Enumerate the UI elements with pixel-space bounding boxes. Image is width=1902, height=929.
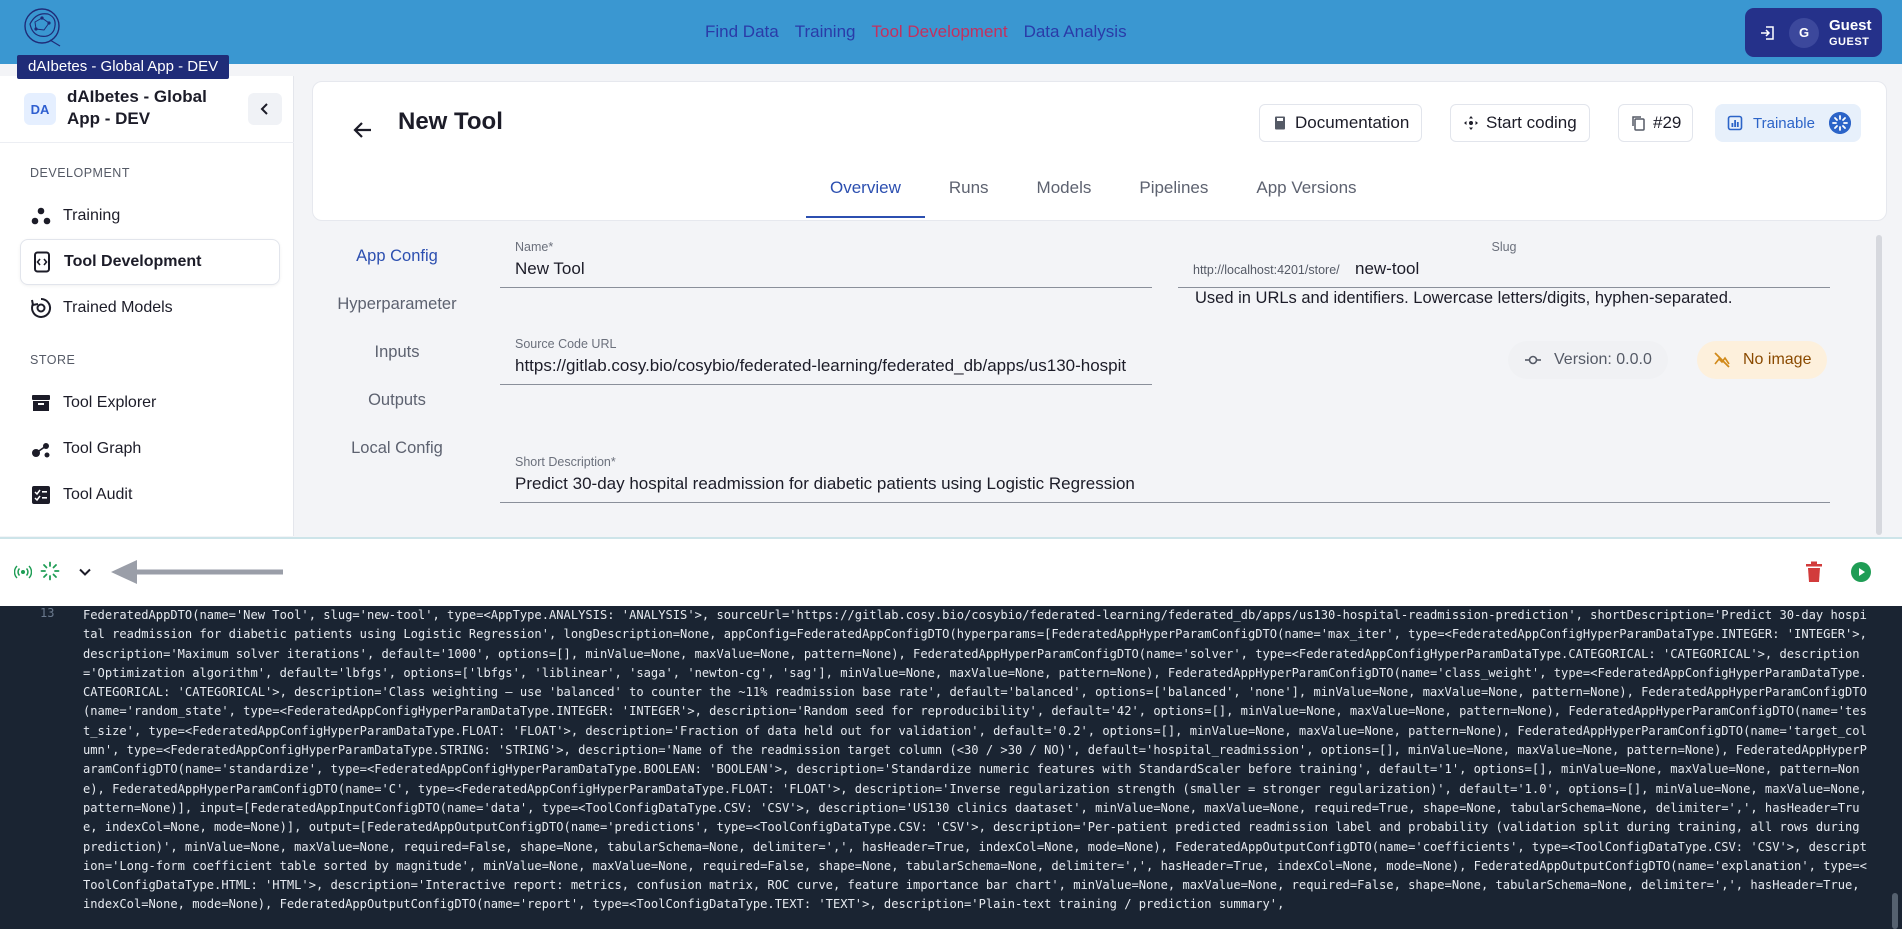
no-image-icon	[1714, 352, 1730, 368]
source-code-url-input[interactable]: https://gitlab.cosy.bio/cosybio/federate…	[515, 356, 1140, 376]
sidebar-item-tool-development[interactable]: Tool Development	[20, 239, 280, 285]
trainable-label: Trainable	[1753, 114, 1815, 132]
tab-pipelines[interactable]: Pipelines	[1115, 166, 1232, 218]
run-icon[interactable]	[1851, 562, 1871, 582]
page-title: New Tool	[398, 108, 503, 135]
tab-models[interactable]: Models	[1013, 166, 1116, 218]
live-signal-icon[interactable]	[14, 564, 32, 580]
sidebar: DA dAIbetes - Global App - DEV DEVELOPME…	[0, 76, 294, 536]
chevron-left-icon	[260, 103, 268, 115]
sidebar-header: DA dAIbetes - Global App - DEV	[0, 76, 294, 143]
user-role: GUEST	[1829, 36, 1870, 48]
app-name: dAIbetes - Global App - DEV	[67, 87, 207, 128]
no-image-label: No image	[1743, 351, 1812, 368]
app-badge: DA	[24, 93, 56, 125]
short-description-field[interactable]: Short Description* Predict 30-day hospit…	[500, 448, 1830, 503]
chevron-down-icon[interactable]	[77, 564, 93, 580]
tool-id: #29	[1653, 113, 1682, 132]
sidebar-item-tool-graph[interactable]: Tool Graph	[20, 426, 280, 472]
login-icon[interactable]	[1759, 24, 1777, 42]
tool-development-icon	[34, 251, 50, 273]
copy-id-button[interactable]: #29	[1618, 104, 1694, 142]
config-nav-hyperparameter[interactable]: Hyperparameter	[312, 281, 482, 329]
section-store: STORE	[30, 353, 76, 367]
tool-graph-icon	[32, 443, 50, 458]
tool-header-card: New Tool Documentation Start coding #29 …	[312, 81, 1887, 221]
tab-app-versions[interactable]: App Versions	[1232, 166, 1380, 218]
nav-tool-development[interactable]: Tool Development	[872, 22, 1008, 42]
config-nav-outputs[interactable]: Outputs	[312, 377, 482, 425]
user-menu[interactable]: G Guest GUEST	[1745, 8, 1882, 57]
console-output[interactable]: 13 FederatedAppDTO(name='New Tool', slug…	[0, 606, 1902, 929]
config-nav-local-config[interactable]: Local Config	[312, 425, 482, 473]
documentation-button[interactable]: Documentation	[1259, 104, 1423, 142]
environment-badge: dAIbetes - Global App - DEV	[17, 55, 230, 79]
short-description-input[interactable]: Predict 30-day hospital readmission for …	[515, 474, 1135, 494]
version-label: Version: 0.0.0	[1554, 351, 1652, 368]
console-toolbar	[0, 537, 1902, 606]
trainable-badge[interactable]: Trainable	[1715, 104, 1861, 142]
slug-label: Slug	[1491, 240, 1517, 254]
line-number: 13	[40, 606, 55, 620]
name-label: Name*	[515, 240, 554, 254]
app-logo-icon[interactable]	[20, 4, 68, 52]
trained-models-icon	[31, 297, 52, 318]
tab-overview[interactable]: Overview	[806, 166, 925, 218]
documentation-label: Documentation	[1295, 113, 1410, 132]
source-code-url-field[interactable]: Source Code URL https://gitlab.cosy.bio/…	[500, 330, 1152, 385]
training-icon	[31, 207, 51, 225]
sidebar-item-label: Tool Explorer	[63, 394, 157, 411]
sidebar-item-label: Tool Development	[64, 253, 202, 270]
name-field[interactable]: Name* New Tool	[500, 233, 1152, 288]
section-development: DEVELOPMENT	[30, 166, 130, 180]
sidebar-item-training[interactable]: Training	[20, 193, 280, 239]
sidebar-item-tool-audit[interactable]: Tool Audit	[20, 472, 280, 518]
delete-icon[interactable]	[1805, 561, 1823, 583]
console-text: FederatedAppDTO(name='New Tool', slug='n…	[83, 608, 1867, 912]
slug-prefix: http://localhost:4201/store/	[1193, 263, 1340, 277]
activity-spinner-icon[interactable]	[40, 561, 60, 581]
tool-tabs: Overview Runs Models Pipelines App Versi…	[806, 166, 1381, 218]
tool-audit-icon	[32, 486, 50, 504]
collapse-sidebar-button[interactable]	[248, 93, 282, 125]
sidebar-item-trained-models[interactable]: Trained Models	[20, 285, 280, 331]
nav-find-data[interactable]: Find Data	[705, 22, 779, 42]
version-chip: Version: 0.0.0	[1508, 341, 1668, 379]
source-code-url-label: Source Code URL	[515, 337, 617, 351]
book-icon	[1275, 116, 1285, 130]
config-nav-app-config[interactable]: App Config	[312, 233, 482, 281]
loading-spinner-icon	[1829, 112, 1851, 134]
start-coding-label: Start coding	[1486, 113, 1577, 132]
avatar: G	[1789, 17, 1819, 48]
copy-icon	[1632, 116, 1645, 131]
sidebar-item-tool-explorer[interactable]: Tool Explorer	[20, 380, 280, 426]
short-description-label: Short Description*	[515, 455, 616, 469]
move-icon	[1464, 116, 1478, 130]
slug-field[interactable]: Slug http://localhost:4201/store/ new-to…	[1178, 233, 1830, 288]
config-nav-inputs[interactable]: Inputs	[312, 329, 482, 377]
sidebar-item-label: Training	[63, 207, 121, 224]
slug-input[interactable]: new-tool	[1355, 259, 1419, 279]
tool-explorer-icon	[32, 395, 50, 411]
name-input[interactable]: New Tool	[515, 259, 585, 279]
user-name: Guest	[1829, 17, 1872, 34]
main-scrollbar[interactable]	[1876, 235, 1882, 535]
slug-hint: Used in URLs and identifiers. Lowercase …	[1195, 289, 1733, 307]
start-coding-button[interactable]: Start coding	[1450, 104, 1590, 142]
nav-training[interactable]: Training	[795, 22, 856, 42]
back-arrow-icon[interactable]	[351, 118, 375, 142]
nav-data-analysis[interactable]: Data Analysis	[1024, 22, 1127, 42]
arrow-left-icon	[111, 560, 283, 584]
tab-runs[interactable]: Runs	[925, 166, 1013, 218]
no-image-chip[interactable]: No image	[1697, 341, 1828, 379]
sidebar-item-label: Tool Graph	[63, 440, 142, 457]
top-bar: Find Data Training Tool Development Data…	[0, 0, 1902, 64]
top-navigation: Find Data Training Tool Development Data…	[705, 0, 1127, 64]
config-navigation: App Config Hyperparameter Inputs Outputs…	[312, 233, 482, 473]
console-scrollbar[interactable]	[1892, 893, 1898, 929]
sidebar-item-label: Tool Audit	[63, 486, 133, 503]
commit-icon	[1525, 355, 1541, 365]
sidebar-item-label: Trained Models	[63, 299, 173, 316]
chart-icon	[1727, 115, 1743, 131]
